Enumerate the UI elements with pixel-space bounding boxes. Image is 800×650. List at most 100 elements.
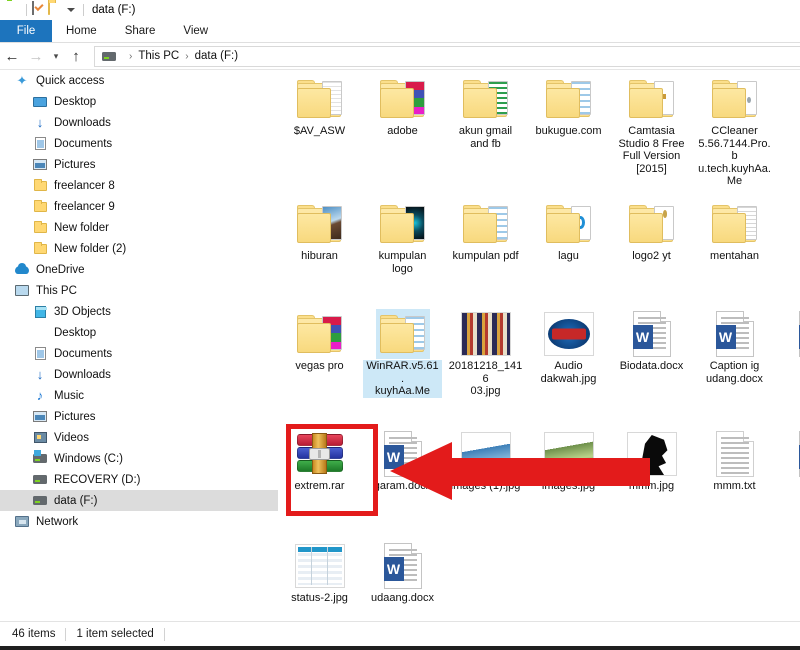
file-explorer-window: data (F:) File Home Share View ← → ▾ ↑ ›… [0, 0, 800, 650]
navigation-pane[interactable]: ✦ Quick access Desktop ↓ Downloads Documents P… [0, 70, 278, 621]
file-item[interactable]: W Caption ig udang.docx [693, 305, 776, 385]
file-item[interactable]: mmm.jpg [610, 425, 693, 493]
sidebar-item-documents[interactable]: Documents [0, 343, 278, 364]
tab-share[interactable]: Share [111, 20, 170, 42]
taskbar-strip [0, 646, 800, 650]
back-arrow-icon[interactable]: ← [0, 44, 24, 68]
sidebar-item-freelancer-8[interactable]: freelancer 8 [0, 175, 278, 196]
sidebar-item-network[interactable]: Network [0, 511, 278, 532]
file-item[interactable]: 20181218_1416 03.jpg [444, 305, 527, 398]
drive-icon [32, 493, 48, 509]
file-item[interactable]: logo2 yt [610, 195, 693, 263]
breadcrumb-this-pc[interactable]: This PC [138, 50, 179, 62]
file-list-pane[interactable]: $AV_ASW adobe akun gmail and fb bukugue.com… [278, 70, 800, 621]
sidebar-item-desktop[interactable]: Desktop [0, 322, 278, 343]
sidebar-item-documents[interactable]: Documents [0, 133, 278, 154]
file-item-label: status-2.jpg [291, 592, 348, 604]
sidebar-item-windows-c[interactable]: Windows (C:) [0, 448, 278, 469]
file-item-label: mmm.txt [713, 480, 756, 492]
file-item[interactable]: W [776, 305, 800, 360]
documents-icon [32, 136, 48, 152]
tab-file[interactable]: File [0, 20, 52, 42]
file-item[interactable]: W Biodata.docx [610, 305, 693, 373]
file-item[interactable]: WinRAR.v5.61. kuyhAa.Me [361, 305, 444, 398]
customize-caret-icon[interactable] [67, 8, 75, 12]
sidebar-item-freelancer-9[interactable]: freelancer 9 [0, 196, 278, 217]
sidebar-item-data-f[interactable]: data (F:) [0, 490, 278, 511]
file-item[interactable]: vegas pro [278, 305, 361, 373]
file-item-label: kumpulan pdf [452, 250, 519, 262]
sidebar-item-quick-access[interactable]: ✦ Quick access [0, 70, 278, 91]
sidebar-item-onedrive[interactable]: OneDrive [0, 259, 278, 280]
file-item-label: hiburan [301, 250, 338, 262]
winrar-archive-icon [296, 433, 343, 474]
file-item[interactable]: akun gmail and fb [444, 70, 527, 150]
word-document-icon: W [383, 543, 422, 589]
file-item[interactable]: images (1).jpg [444, 425, 527, 493]
3d-objects-icon [32, 304, 48, 320]
folder-icon [628, 205, 675, 243]
properties-icon[interactable] [32, 1, 48, 18]
sidebar-item-recovery-d[interactable]: RECOVERY (D:) [0, 469, 278, 490]
forward-arrow-icon[interactable]: → [24, 44, 48, 68]
sidebar-item-pictures[interactable]: Pictures [0, 406, 278, 427]
sidebar-item-label: freelancer 8 [54, 179, 115, 192]
sidebar-item-desktop[interactable]: Desktop [0, 91, 278, 112]
status-divider [65, 627, 67, 641]
file-item[interactable]: Wp [776, 425, 800, 493]
file-item[interactable]: extrem.rar [278, 425, 361, 493]
sidebar-item-downloads[interactable]: ↓ Downloads [0, 112, 278, 133]
sidebar-item-new-folder-2[interactable]: New folder (2) [0, 238, 278, 259]
file-item[interactable]: Wgaram.docx [361, 425, 444, 493]
file-grid-row: hiburan kumpulan logo kumpulan pdf lagu logo… [278, 195, 800, 305]
file-item[interactable]: lagu [527, 195, 610, 263]
file-item[interactable]: $AV_ASW [278, 70, 361, 138]
sidebar-item-label: Music [54, 389, 85, 402]
file-item[interactable]: Wudaang.docx [361, 537, 444, 605]
image-thumbnail [543, 432, 594, 476]
sidebar-item-videos[interactable]: Videos [0, 427, 278, 448]
sidebar-item-label: Pictures [54, 410, 96, 423]
cloud-icon [14, 262, 30, 278]
file-item[interactable]: kumpulan logo [361, 195, 444, 275]
recent-locations-chevron-icon[interactable]: ▾ [48, 44, 64, 68]
network-icon [14, 514, 30, 530]
tab-view[interactable]: View [169, 20, 222, 42]
sidebar-item-music[interactable]: ♪ Music [0, 385, 278, 406]
file-item[interactable]: CCleaner 5.56.7144.Pro.b u.tech.kuyhAa. … [693, 70, 776, 188]
sidebar-item-new-folder[interactable]: New folder [0, 217, 278, 238]
file-item-label: CCleaner 5.56.7144.Pro.b u.tech.kuyhAa. … [698, 125, 771, 187]
folder-icon [545, 205, 592, 243]
sidebar-item-3d-objects[interactable]: 3D Objects [0, 301, 278, 322]
file-item[interactable]: Camtasia Studio 8 Free Full Version [201… [610, 70, 693, 175]
file-item[interactable]: status-2.jpg [278, 537, 361, 605]
file-item[interactable]: Audio dakwah.jpg [527, 305, 610, 385]
file-item-label: Caption ig udang.docx [706, 360, 763, 385]
sidebar-item-label: Desktop [54, 95, 97, 108]
file-item[interactable]: images.jpg [527, 425, 610, 493]
sidebar-item-label: data (F:) [54, 494, 98, 507]
sidebar-item-downloads[interactable]: ↓ Downloads [0, 364, 278, 385]
new-folder-icon[interactable] [48, 1, 64, 18]
file-item[interactable]: mentahan [693, 195, 776, 263]
file-item-label: lagu [558, 250, 579, 262]
file-item[interactable]: hiburan [278, 195, 361, 263]
drive-icon[interactable] [5, 2, 21, 18]
file-item[interactable]: adobe [361, 70, 444, 138]
file-item[interactable]: mmm.txt [693, 425, 776, 493]
sidebar-item-this-pc[interactable]: This PC [0, 280, 278, 301]
drive-icon [32, 472, 48, 488]
file-item[interactable]: bukugue.com [527, 70, 610, 138]
window-title: data (F:) [92, 4, 136, 16]
address-path-field[interactable]: › This PC › data (F:) [94, 45, 800, 67]
file-item[interactable]: kumpulan pdf [444, 195, 527, 263]
image-thumbnail [294, 544, 345, 588]
file-item-label: logo2 yt [632, 250, 671, 262]
tab-home[interactable]: Home [52, 20, 111, 42]
pictures-icon [32, 409, 48, 425]
sidebar-item-pictures[interactable]: Pictures [0, 154, 278, 175]
breadcrumb-data-f[interactable]: data (F:) [195, 50, 238, 62]
folder-icon [379, 315, 426, 353]
sidebar-item-label: Quick access [36, 74, 105, 87]
up-arrow-icon[interactable]: ↑ [64, 44, 88, 68]
